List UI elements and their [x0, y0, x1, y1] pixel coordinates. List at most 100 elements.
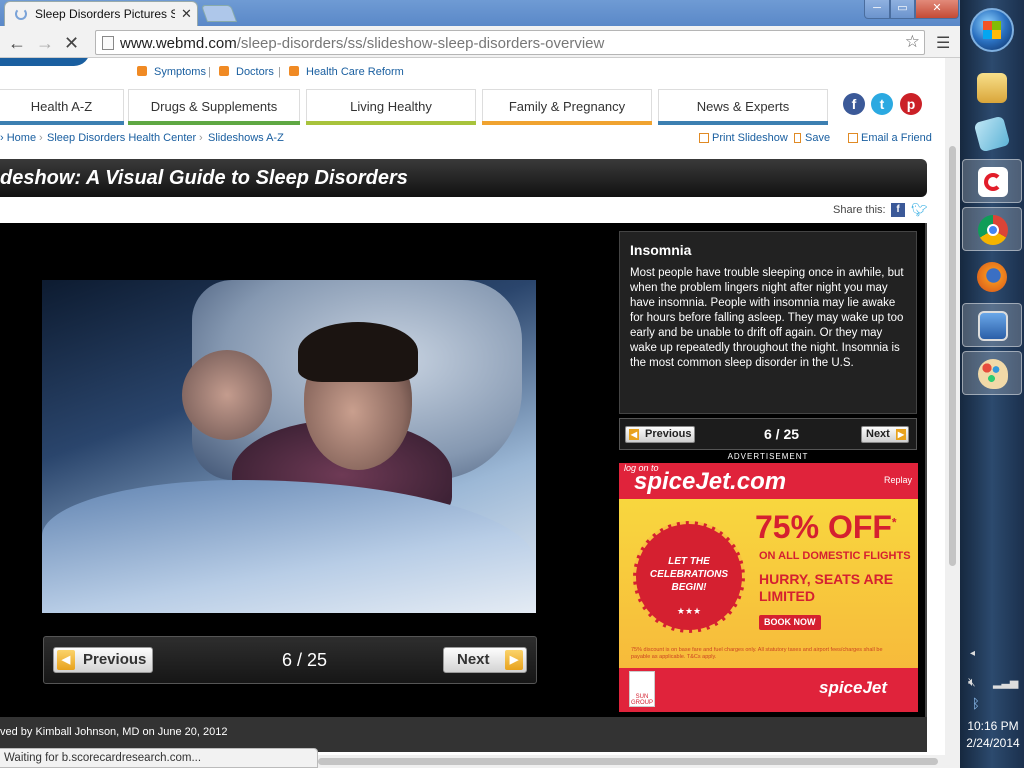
doctors-link[interactable]: Doctors — [236, 66, 274, 78]
email-icon — [848, 133, 858, 143]
slide-heading: Insomnia — [630, 242, 692, 258]
facebook-icon[interactable]: f — [843, 93, 865, 115]
twitter-icon[interactable]: t — [871, 93, 893, 115]
spicejet-ad[interactable]: log on to spiceJet.com Replay LET THE CE… — [619, 463, 918, 712]
stop-x-icon[interactable]: ✕ — [64, 33, 79, 54]
side-next-button[interactable]: Next ▶ — [861, 426, 909, 443]
taskbar-firefox[interactable] — [962, 255, 1022, 299]
new-tab-button[interactable] — [200, 5, 238, 22]
tab-close-icon[interactable]: ✕ — [181, 6, 192, 22]
start-button[interactable] — [970, 8, 1014, 52]
ad-brand: spiceJet.com — [634, 468, 787, 495]
share-facebook-icon[interactable]: f — [891, 203, 905, 217]
address-bar[interactable]: www.webmd.com/sleep-disorders/ss/slidesh… — [95, 30, 925, 55]
minimize-button[interactable]: ─ — [864, 0, 890, 19]
separator: | — [208, 66, 211, 78]
loading-spinner-icon — [15, 8, 27, 20]
breadcrumb-sleep-disorders[interactable]: Sleep Disorders Health Center — [47, 132, 196, 144]
taskbar-chrome[interactable] — [962, 207, 1022, 251]
tab-family-pregnancy[interactable]: Family & Pregnancy — [482, 89, 652, 124]
separator: | — [278, 66, 281, 78]
forward-arrow-icon[interactable]: → — [36, 33, 54, 54]
tab-living-healthy[interactable]: Living Healthy — [306, 89, 476, 124]
page-title: deshow: A Visual Guide to Sleep Disorder… — [0, 167, 408, 189]
breadcrumb-separator: › — [39, 132, 43, 144]
ad-replay-link[interactable]: Replay — [884, 475, 912, 485]
clock-time: 10:16 PM — [967, 719, 1019, 733]
ad-scope: ON ALL DOMESTIC FLIGHTS — [759, 550, 911, 562]
ad-offer: 75% OFF* — [755, 509, 897, 545]
bookmark-icon — [794, 133, 801, 143]
webmd-logo[interactable] — [0, 58, 95, 66]
maximize-button[interactable]: ▭ — [890, 0, 915, 19]
print-icon — [699, 133, 709, 143]
taskbar-explorer[interactable] — [962, 66, 1022, 110]
chevron-right-icon: ▶ — [505, 650, 523, 670]
sun-group-logo: SUN GROUP — [629, 671, 655, 707]
close-window-button[interactable]: ✕ — [915, 0, 959, 19]
chevron-right-icon: ▶ — [896, 429, 906, 440]
slideshow-title-bar: deshow: A Visual Guide to Sleep Disorder… — [0, 159, 927, 197]
symptoms-icon — [137, 66, 147, 76]
pinterest-icon[interactable]: p — [900, 93, 922, 115]
breadcrumb-separator: › — [199, 132, 203, 144]
tab-drugs-supplements[interactable]: Drugs & Supplements — [128, 89, 300, 124]
hamburger-menu-icon[interactable]: ☰ — [936, 33, 950, 53]
symptoms-link[interactable]: Symptoms — [154, 66, 206, 78]
browser-tab-active[interactable]: Sleep Disorders Pictures Sl ✕ — [4, 1, 198, 26]
print-slideshow-link[interactable]: Print Slideshow — [712, 132, 788, 144]
horizontal-scrollbar[interactable] — [318, 755, 945, 768]
previous-button[interactable]: ◀ Previous — [53, 647, 153, 673]
ad-book-now-button[interactable]: BOOK NOW — [759, 615, 821, 630]
reviewed-by: ved by Kimball Johnson, MD on June 20, 2… — [0, 726, 228, 738]
next-button[interactable]: Next ▶ — [443, 647, 527, 673]
bluetooth-icon[interactable]: ᛒ — [972, 696, 980, 711]
side-slide-counter: 6 / 25 — [764, 426, 800, 442]
tab-title: Sleep Disorders Pictures Sl — [35, 7, 175, 21]
tab-news-experts[interactable]: News & Experts — [658, 89, 828, 124]
doctors-icon — [219, 66, 229, 76]
taskbar-clock[interactable]: 10:16 PM 2/24/2014 — [962, 718, 1024, 752]
tab-underline — [306, 121, 476, 125]
tab-underline — [658, 121, 828, 125]
taskbar-remote-desktop[interactable] — [962, 303, 1022, 347]
slide-description-panel: Insomnia Most people have trouble sleepi… — [619, 231, 917, 414]
breadcrumb-home[interactable]: › Home — [0, 132, 36, 144]
volume-muted-icon[interactable]: 🔇︎ — [968, 675, 976, 690]
health-care-reform-link[interactable]: Health Care Reform — [306, 66, 404, 78]
taskbar-notepad[interactable] — [962, 112, 1022, 156]
back-arrow-icon[interactable]: ← — [8, 33, 26, 54]
tab-health-a-z[interactable]: Health A-Z — [0, 89, 124, 124]
health-care-reform-icon — [289, 66, 299, 76]
folder-icon — [977, 73, 1007, 103]
ad-seal-text: LET THE CELEBRATIONS BEGIN! — [649, 556, 729, 593]
network-signal-icon[interactable]: ▂▃▅ — [993, 676, 1018, 689]
chrome-icon — [978, 215, 1008, 245]
star-icon: ★★★ — [676, 606, 702, 616]
bookmark-star-icon[interactable]: ☆ — [905, 32, 920, 52]
breadcrumb-slideshows[interactable]: Slideshows A-Z — [208, 132, 284, 144]
tab-underline — [0, 121, 124, 125]
page-icon — [102, 36, 114, 50]
save-link[interactable]: Save — [805, 132, 830, 144]
vertical-scrollbar[interactable] — [945, 58, 960, 768]
email-friend-link[interactable]: Email a Friend — [861, 132, 932, 144]
tray-expand-icon[interactable]: ◂ — [970, 648, 975, 659]
share-label: Share this: — [833, 204, 886, 216]
advertisement-label: ADVERTISEMENT — [727, 452, 809, 461]
clock-date: 2/24/2014 — [966, 736, 1020, 750]
slide-text: Most people have trouble sleeping once i… — [630, 267, 904, 369]
tab-underline — [482, 121, 652, 125]
url-text: www.webmd.com/sleep-disorders/ss/slidesh… — [120, 35, 605, 52]
monitor-icon — [978, 311, 1008, 341]
taskbar-airtel[interactable] — [962, 159, 1022, 203]
share-twitter-icon[interactable]: 🐦︎ — [911, 202, 928, 218]
firefox-icon — [977, 262, 1007, 292]
slide-counter: 6 / 25 — [282, 650, 328, 670]
taskbar-paint[interactable] — [962, 351, 1022, 395]
chevron-left-icon: ◀ — [57, 650, 75, 670]
side-previous-button[interactable]: ◀ Previous — [625, 426, 695, 443]
airtel-icon — [978, 167, 1008, 197]
slide-image — [42, 280, 536, 613]
status-text: Waiting for b.scorecardresearch.com... — [4, 752, 202, 764]
